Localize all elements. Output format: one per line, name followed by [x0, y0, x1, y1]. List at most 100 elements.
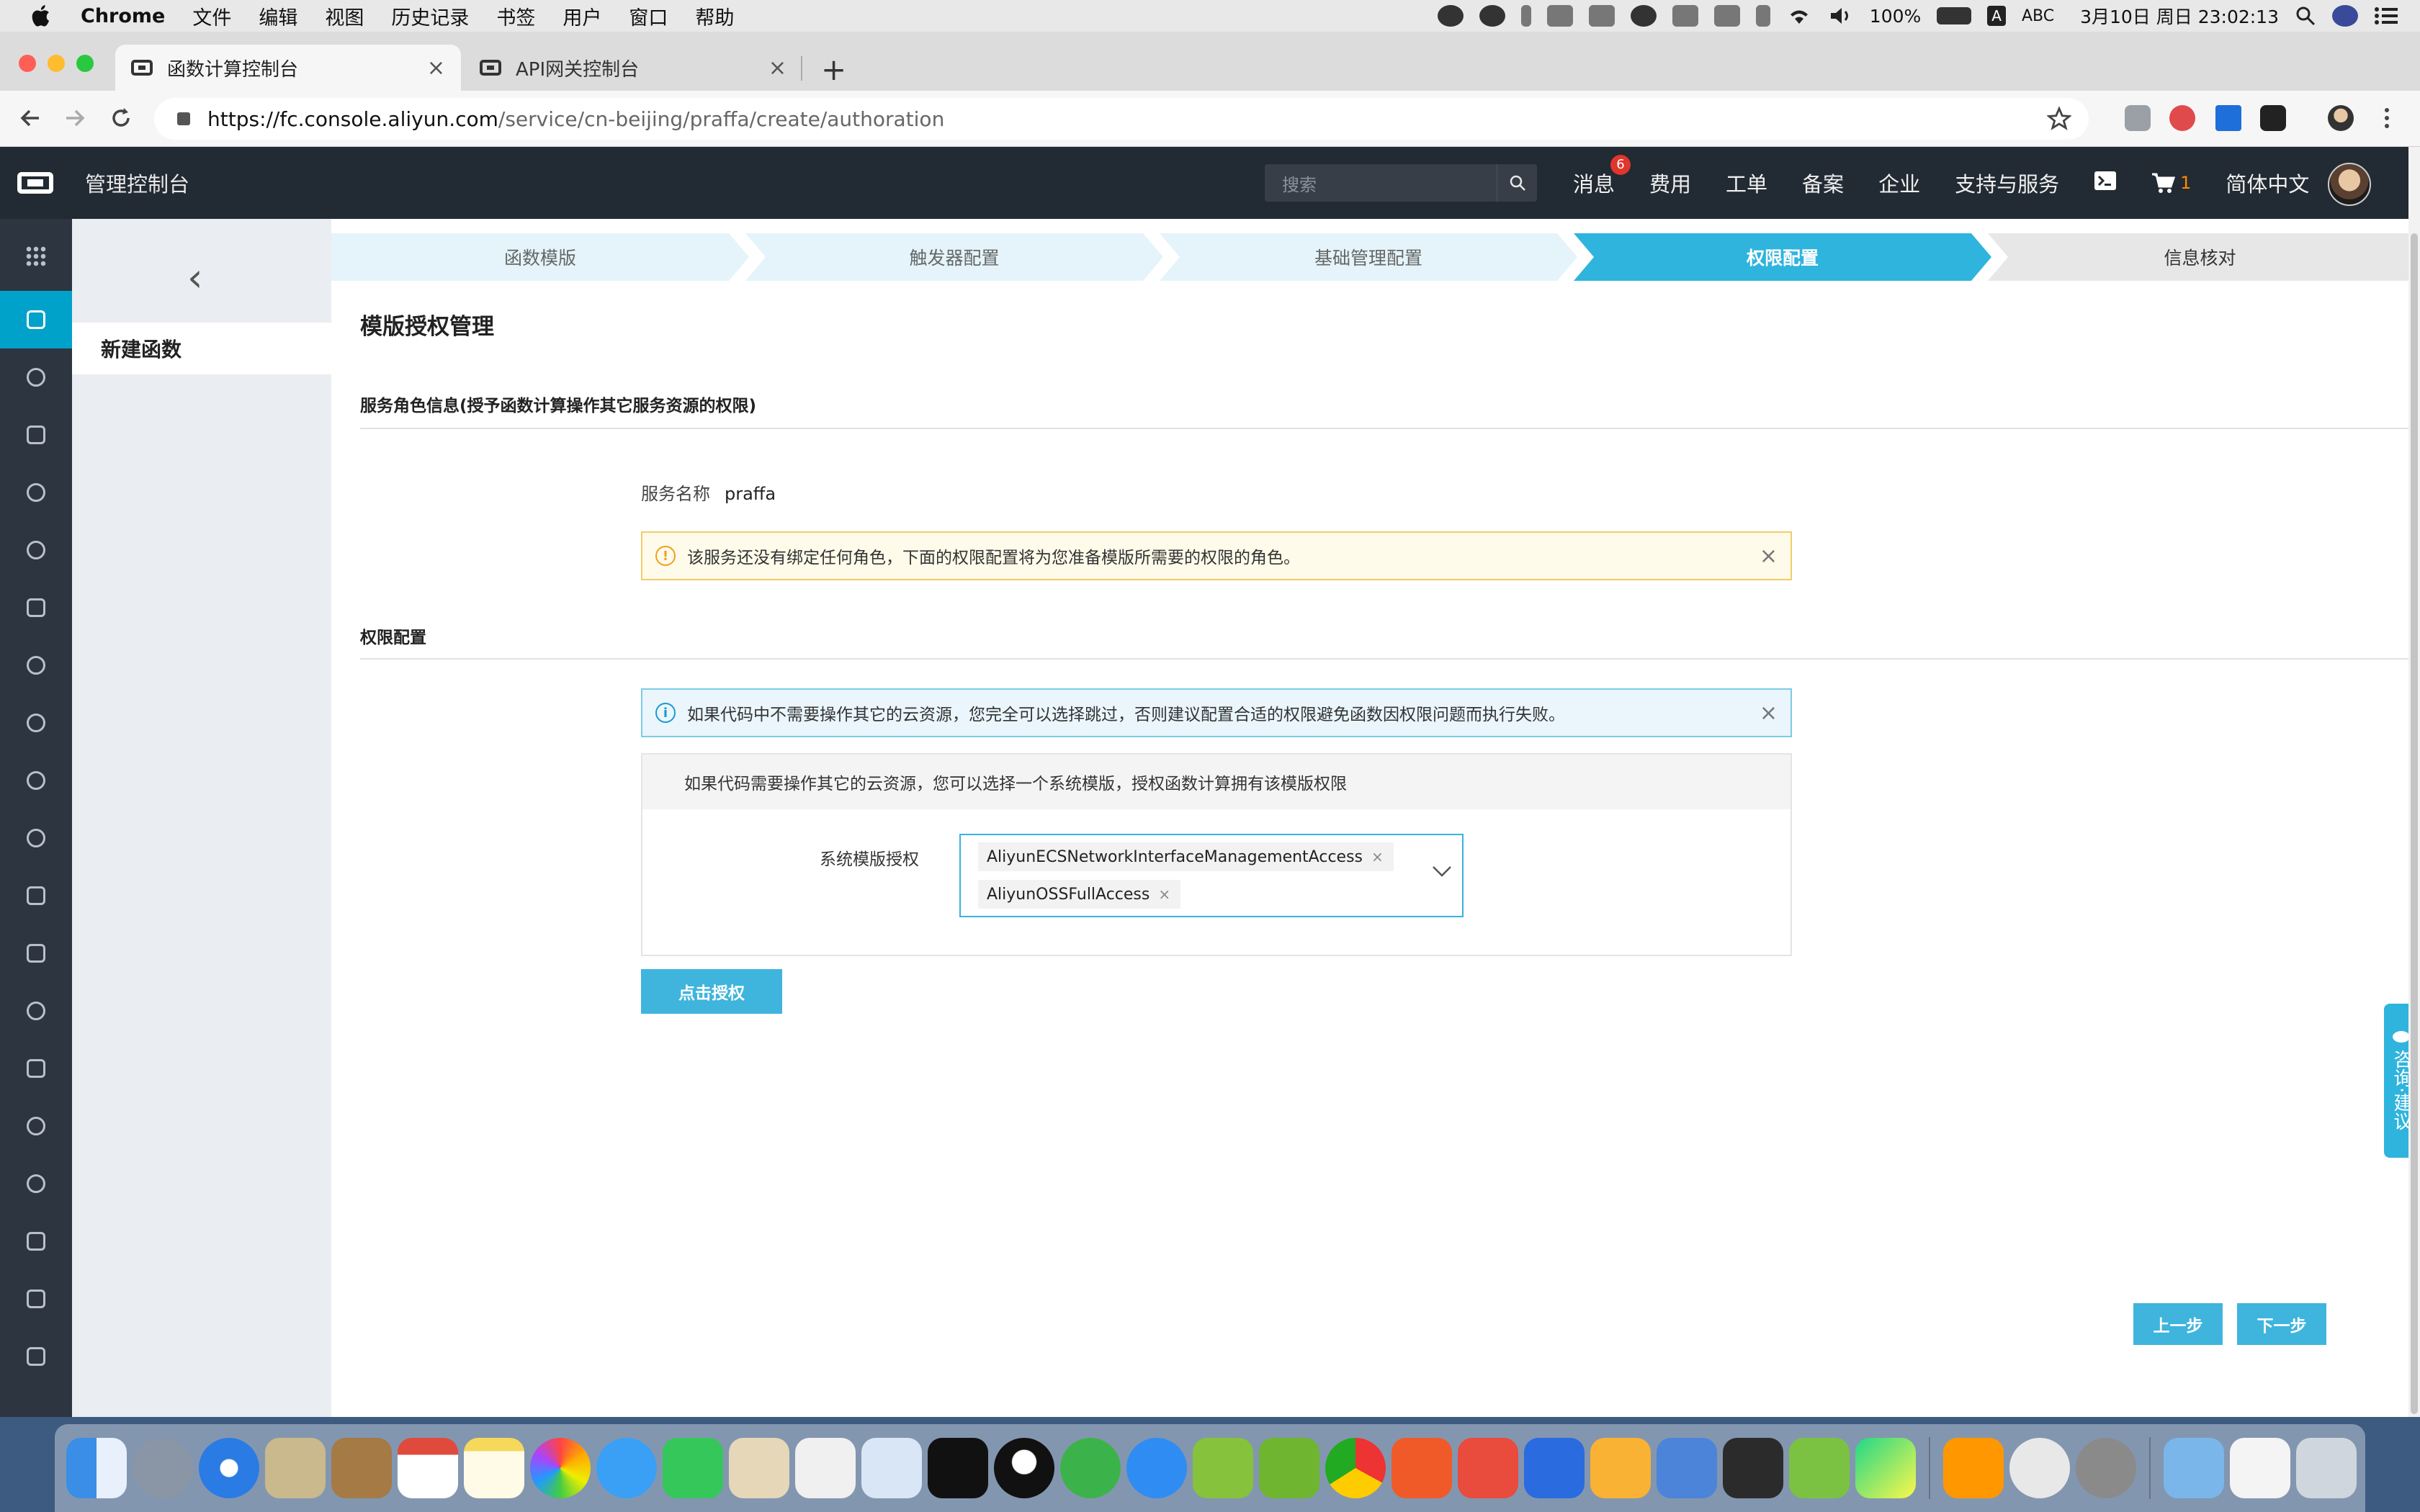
incognito-extension-icon[interactable] [2260, 105, 2286, 131]
code-editor-icon[interactable] [1723, 1438, 1783, 1498]
tab-close-icon[interactable]: × [768, 55, 786, 81]
system-template-multiselect[interactable]: AliyunECSNetworkInterfaceManagementAcces… [959, 834, 1464, 917]
chrome-menu-icon[interactable] [2380, 105, 2394, 131]
contacts-icon[interactable] [331, 1438, 392, 1498]
rail-item[interactable] [0, 694, 72, 752]
tab-api-gateway-console[interactable]: API网关控制台 × [464, 45, 802, 91]
spotlight-search-icon[interactable] [2295, 5, 2316, 27]
rail-item[interactable] [0, 1155, 72, 1212]
reload-icon[interactable] [108, 105, 134, 131]
messages-icon[interactable] [596, 1438, 657, 1498]
rail-function-compute[interactable] [0, 291, 72, 348]
prev-step-button[interactable]: 上一步 [2133, 1303, 2223, 1345]
rail-item[interactable] [0, 406, 72, 464]
header-nav-enterprise[interactable]: 企业 [1878, 168, 1920, 198]
launchpad-icon[interactable] [133, 1438, 193, 1498]
record-extension-icon[interactable] [2169, 105, 2195, 131]
rail-item[interactable] [0, 752, 72, 809]
rail-item[interactable] [0, 809, 72, 867]
pycharm-icon[interactable] [1855, 1438, 1916, 1498]
finder-icon[interactable] [66, 1438, 127, 1498]
wechat-status-icon[interactable] [1437, 5, 1464, 27]
aliyun-logo-icon[interactable] [17, 172, 53, 194]
cloud-status-icon[interactable] [1546, 5, 1573, 27]
system-preferences-icon[interactable] [2076, 1438, 2136, 1498]
wechat-icon[interactable] [1060, 1438, 1121, 1498]
qq-icon[interactable] [994, 1438, 1054, 1498]
window-minimize-button[interactable] [48, 55, 65, 72]
lock-icon[interactable] [177, 112, 190, 125]
mail-stamp-icon[interactable] [265, 1438, 326, 1498]
new-tab-plus-icon[interactable]: + [821, 52, 846, 87]
feishu-icon[interactable] [1126, 1438, 1187, 1498]
menu-bookmarks[interactable]: 书签 [496, 2, 535, 30]
rail-all-products[interactable] [0, 228, 72, 285]
gmail-extension-icon[interactable] [2125, 105, 2151, 131]
header-nav-tickets[interactable]: 工单 [1726, 168, 1767, 198]
menu-people[interactable]: 用户 [563, 2, 601, 30]
step-function-template[interactable]: 函数模版 [331, 233, 749, 281]
battery-icon[interactable] [1937, 7, 1972, 24]
tab-function-compute-console[interactable]: 函数计算控制台 × [115, 45, 461, 91]
header-nav-icp[interactable]: 备案 [1802, 168, 1844, 198]
header-nav-cloud-shell[interactable] [2094, 171, 2117, 196]
document-icon[interactable] [2230, 1438, 2290, 1498]
sidebar-item-new-function[interactable]: 新建函数 [72, 323, 331, 374]
facetime-icon[interactable] [663, 1438, 723, 1498]
step-basic-config[interactable]: 基础管理配置 [1160, 233, 1577, 281]
header-nav-support[interactable]: 支持与服务 [1955, 168, 2059, 198]
app-status-icon[interactable] [1479, 5, 1505, 27]
step-trigger-config[interactable]: 触发器配置 [745, 233, 1163, 281]
header-search-input[interactable]: 搜索 [1265, 164, 1497, 202]
keynote-icon[interactable] [861, 1438, 922, 1498]
console-title[interactable]: 管理控制台 [85, 168, 189, 198]
input-source-badge[interactable]: A [1987, 6, 2006, 26]
volume-icon[interactable] [1828, 5, 1854, 27]
textedit-icon[interactable] [729, 1438, 789, 1498]
photos-icon[interactable] [530, 1438, 591, 1498]
rail-item[interactable] [0, 636, 72, 694]
input-source-label[interactable]: ABC [2022, 7, 2054, 25]
window-zoom-button[interactable] [76, 55, 94, 72]
siri-icon[interactable] [2332, 5, 2358, 27]
notification-status-icon[interactable] [1672, 5, 1698, 27]
rail-item[interactable] [0, 924, 72, 982]
notification-center-icon[interactable] [2374, 5, 2398, 27]
rail-item[interactable] [0, 1328, 72, 1385]
sidebar-status-icon[interactable] [1520, 5, 1531, 27]
back-arrow-icon[interactable] [17, 105, 43, 131]
address-bar[interactable]: https://fc.console.aliyun.com /service/c… [154, 98, 2089, 140]
cloud-app-icon[interactable] [1193, 1438, 1253, 1498]
step-permission-config[interactable]: 权限配置 [1574, 233, 1991, 281]
step-review[interactable]: 信息核对 [1988, 233, 2412, 281]
rail-item[interactable] [0, 867, 72, 924]
menu-app-chrome[interactable]: Chrome [81, 5, 165, 27]
feather-extension-icon[interactable] [2215, 105, 2241, 131]
rail-item[interactable] [0, 521, 72, 579]
baidu-cloud-icon[interactable] [1392, 1438, 1452, 1498]
cloud-app-icon[interactable] [1259, 1438, 1319, 1498]
android-studio-icon[interactable] [1789, 1438, 1850, 1498]
sketch-icon[interactable] [1590, 1438, 1651, 1498]
scrollbar-thumb[interactable] [2411, 233, 2418, 1414]
rail-item[interactable] [0, 982, 72, 1040]
menu-edit[interactable]: 编辑 [259, 2, 297, 30]
back-chevron-icon[interactable]: ‹ [187, 255, 203, 300]
header-search-button[interactable] [1497, 164, 1537, 202]
remote-desktop-icon[interactable] [1458, 1438, 1518, 1498]
close-icon[interactable]: × [1760, 544, 1778, 569]
authorize-button[interactable]: 点击授权 [641, 969, 782, 1014]
header-language-switch[interactable]: 简体中文 [2226, 168, 2309, 198]
rail-item[interactable] [0, 1212, 72, 1270]
bookmark-star-icon[interactable] [2047, 107, 2071, 131]
profile-avatar-icon[interactable] [2328, 105, 2354, 131]
airplay-icon[interactable] [1713, 5, 1740, 27]
tag-remove-icon[interactable]: × [1158, 886, 1170, 903]
notes-icon[interactable] [464, 1438, 524, 1498]
safari-icon[interactable] [199, 1438, 259, 1498]
numbers-icon[interactable] [795, 1438, 856, 1498]
menubar-clock[interactable]: 3月10日 周日 23:02:13 [2080, 3, 2279, 29]
rail-item[interactable] [0, 1097, 72, 1155]
close-icon[interactable]: × [1760, 701, 1778, 726]
terminal-icon[interactable] [928, 1438, 988, 1498]
